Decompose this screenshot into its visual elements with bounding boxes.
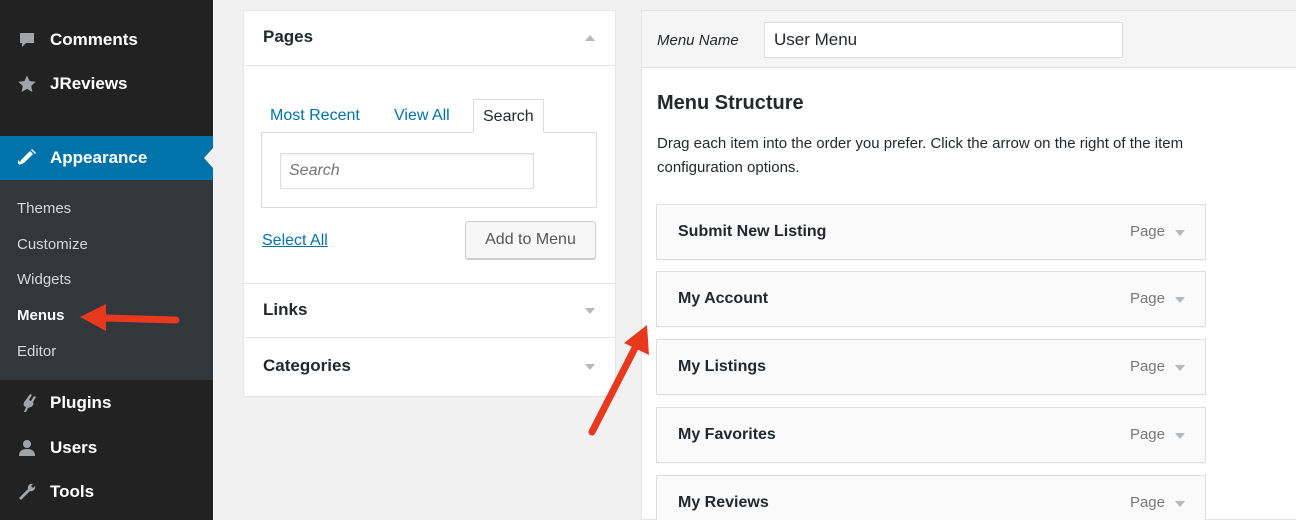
sidebar-item-label: Users — [50, 438, 98, 457]
menu-name-label: Menu Name — [657, 32, 739, 49]
menu-item-title: My Listings — [678, 358, 767, 375]
menu-item-type: Page — [1129, 426, 1165, 443]
expand-arrow-icon[interactable] — [1175, 433, 1185, 439]
search-tab-content — [261, 132, 597, 208]
pages-section-header[interactable]: Pages — [244, 11, 615, 66]
menu-item-type: Page — [1129, 358, 1165, 375]
tab-search[interactable]: Search — [473, 99, 544, 133]
expand-arrow-icon[interactable] — [1175, 297, 1185, 303]
menu-item-type: Page — [1129, 494, 1165, 511]
menu-editor: Menu Name Menu Structure Drag each item … — [641, 10, 1296, 520]
menus-admin-screen: Comments JReviews Appearance Themes Cust… — [0, 0, 1296, 520]
description-line: configuration options. — [657, 159, 800, 176]
active-pointer — [204, 148, 213, 168]
expand-arrow-icon[interactable] — [1175, 230, 1185, 236]
pages-tabs: Most Recent View All Search — [261, 99, 597, 133]
categories-section-title: Categories — [263, 356, 351, 375]
sidebar-item-users[interactable]: Users — [0, 426, 213, 470]
sidebar-item-tools[interactable]: Tools — [0, 470, 213, 514]
submenu-item-widgets[interactable]: Widgets — [17, 271, 71, 288]
menu-item-type: Page — [1129, 290, 1165, 307]
sidebar-item-comments[interactable]: Comments — [0, 18, 213, 62]
menu-structure-title: Menu Structure — [657, 92, 804, 114]
menu-item-title: My Reviews — [678, 494, 769, 511]
menu-item-title: Submit New Listing — [678, 223, 827, 240]
tab-most-recent[interactable]: Most Recent — [261, 99, 369, 133]
star-icon — [17, 74, 37, 94]
menu-item-my-favorites[interactable]: My Favorites Page — [656, 407, 1206, 463]
submenu-item-menus[interactable]: Menus — [17, 307, 65, 324]
add-to-menu-button[interactable]: Add to Menu — [465, 221, 596, 259]
comments-icon — [17, 30, 37, 50]
menu-item-title: My Favorites — [678, 426, 776, 443]
sidebar-item-label: Appearance — [50, 148, 148, 167]
sidebar-item-jreviews[interactable]: JReviews — [0, 62, 213, 106]
expand-arrow-icon — [585, 308, 595, 314]
plugins-icon — [17, 393, 37, 413]
submenu-item-themes[interactable]: Themes — [17, 200, 71, 217]
select-all-link[interactable]: Select All — [262, 232, 328, 250]
submenu-item-customize[interactable]: Customize — [17, 236, 88, 253]
sidebar-item-label: Tools — [50, 482, 95, 501]
links-section-header[interactable]: Links — [244, 283, 615, 338]
sidebar-item-plugins[interactable]: Plugins — [0, 381, 213, 425]
submenu-item-editor[interactable]: Editor — [17, 343, 56, 360]
expand-arrow-icon[interactable] — [1175, 365, 1185, 371]
menu-item-my-listings[interactable]: My Listings Page — [656, 339, 1206, 395]
sidebar-item-appearance[interactable]: Appearance — [0, 136, 213, 180]
tab-view-all[interactable]: View All — [385, 99, 459, 133]
menu-name-input[interactable] — [764, 22, 1123, 58]
menu-item-type: Page — [1129, 223, 1165, 240]
expand-arrow-icon[interactable] — [1175, 501, 1185, 507]
pages-section-title: Pages — [263, 27, 314, 46]
sidebar-item-label: Comments — [50, 30, 138, 49]
links-section-title: Links — [263, 300, 308, 319]
menu-structure-description: Drag each item into the order you prefer… — [657, 132, 1296, 180]
add-menu-items-panel: Pages Most Recent View All Search Select… — [243, 10, 616, 397]
pages-search-input[interactable] — [280, 153, 534, 189]
expand-arrow-icon — [585, 364, 595, 370]
menu-editor-header: Menu Name — [642, 11, 1296, 68]
menu-item-my-reviews[interactable]: My Reviews Page — [656, 475, 1206, 520]
appearance-submenu: Themes Customize Widgets Menus Editor — [0, 180, 213, 380]
users-icon — [17, 438, 37, 458]
appearance-icon — [17, 148, 37, 168]
admin-sidebar: Comments JReviews Appearance Themes Cust… — [0, 0, 213, 520]
sidebar-item-label: JReviews — [50, 74, 128, 93]
categories-section-header[interactable]: Categories — [244, 340, 615, 395]
collapse-arrow-icon — [585, 35, 595, 41]
description-line: Drag each item into the order you prefer… — [657, 135, 1184, 152]
menu-item-my-account[interactable]: My Account Page — [656, 271, 1206, 327]
sidebar-item-label: Plugins — [50, 393, 112, 412]
menu-item-submit-new-listing[interactable]: Submit New Listing Page — [656, 204, 1206, 260]
menu-item-title: My Account — [678, 290, 769, 307]
tools-icon — [17, 482, 37, 502]
